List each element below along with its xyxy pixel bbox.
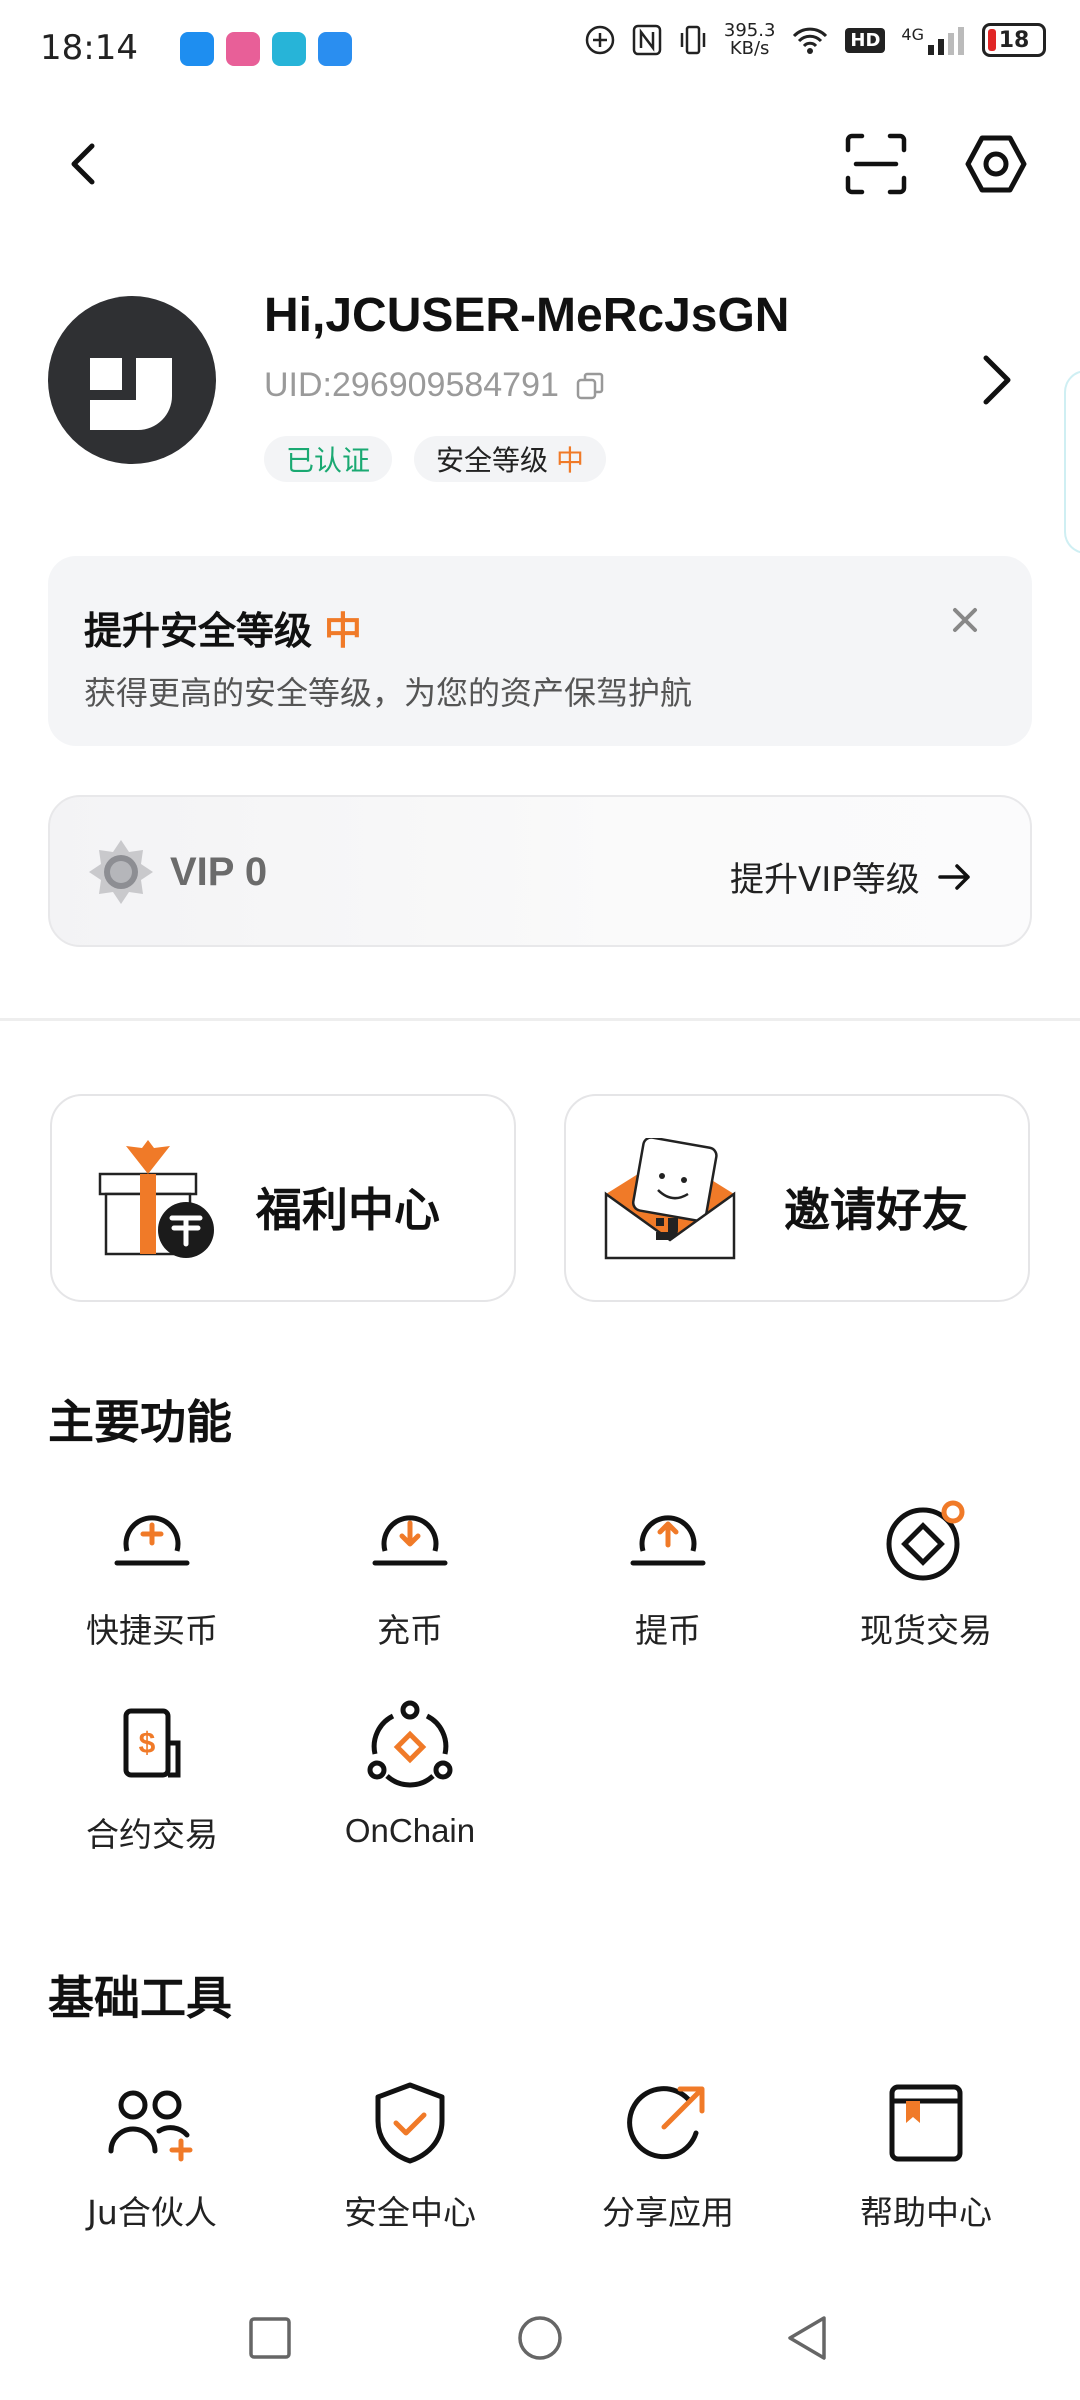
deposit-icon: [365, 1496, 455, 1586]
chevron-left-icon: [71, 143, 95, 185]
network-speed: 395.3 KB/s: [723, 20, 776, 59]
nfc-icon: [632, 24, 662, 56]
welfare-center-label: 福利中心: [256, 1183, 440, 1237]
back-button[interactable]: [44, 124, 124, 204]
uid-text: UID:296909584791: [264, 366, 559, 404]
invite-envelope-icon: [604, 1136, 736, 1266]
onchain-icon: [365, 1700, 455, 1790]
shield-app-icon: [272, 32, 306, 66]
home-button[interactable]: [516, 2314, 564, 2366]
deposit-button[interactable]: 充币: [310, 1496, 510, 1652]
brand-logo-icon: [90, 358, 172, 430]
recent-apps-button[interactable]: [248, 2316, 292, 2364]
basic-tools-heading: 基础工具: [48, 1971, 232, 2025]
section-divider: [0, 1018, 1080, 1021]
vibrate-icon: [680, 25, 706, 55]
security-app-icon: [318, 32, 352, 66]
vip-upgrade-link[interactable]: 提升VIP等级: [730, 852, 972, 901]
futures-trading-icon: $: [107, 1700, 197, 1790]
settings-button[interactable]: [956, 124, 1036, 204]
security-level-value: 中: [556, 444, 585, 477]
profile-detail-button[interactable]: [974, 350, 1020, 414]
uid-row: UID:296909584791: [264, 366, 605, 405]
signal-icon: [928, 27, 964, 55]
gear-icon: [965, 135, 1027, 193]
gift-icon: [96, 1138, 220, 1266]
main-functions-heading: 主要功能: [48, 1395, 232, 1449]
partner-icon: [107, 2078, 197, 2168]
battery-icon: 18: [982, 23, 1046, 57]
spot-trading-button[interactable]: 现货交易: [826, 1496, 1026, 1652]
quick-buy-icon: [107, 1496, 197, 1586]
scan-icon: [845, 133, 907, 195]
quick-buy-button[interactable]: 快捷买币: [52, 1496, 252, 1652]
withdraw-button[interactable]: 提币: [568, 1496, 768, 1652]
security-level-badge[interactable]: 安全等级中: [414, 436, 607, 482]
chevron-right-icon: [983, 355, 1011, 405]
book-icon: [881, 2078, 971, 2168]
video-app-icon: [226, 32, 260, 66]
wifi-icon: [793, 27, 828, 54]
share-icon: [623, 2078, 713, 2168]
square-icon: [249, 2317, 291, 2359]
scan-button[interactable]: [836, 124, 916, 204]
avatar[interactable]: [48, 296, 216, 464]
system-indicators: 395.3 KB/s HD 4G 18: [584, 22, 1046, 58]
shield-check-icon: [365, 2078, 455, 2168]
vip-level: VIP 0: [170, 850, 268, 894]
username: Hi,JCUSER-MeRcJsGN: [264, 289, 790, 342]
close-security-card-button[interactable]: [940, 592, 990, 648]
add-circle-icon: [585, 25, 615, 55]
hd-badge: HD: [845, 27, 886, 53]
clock: 18:14: [40, 28, 138, 68]
invite-friends-label: 邀请好友: [784, 1183, 968, 1237]
spot-trading-icon: [881, 1496, 971, 1586]
withdraw-icon: [623, 1496, 713, 1586]
arrow-right-icon: [938, 863, 970, 890]
vip-medal-icon: [88, 838, 154, 912]
onchain-button[interactable]: OnChain: [310, 1700, 510, 1850]
back-nav-button[interactable]: [784, 2314, 832, 2366]
side-drawer-tab[interactable]: [1064, 370, 1080, 554]
security-center-button[interactable]: 安全中心: [310, 2078, 510, 2234]
security-card-description: 获得更高的安全等级，为您的资产保驾护航: [84, 674, 693, 712]
triangle-back-icon: [788, 2316, 826, 2360]
partner-button[interactable]: Ju合伙人: [52, 2078, 252, 2234]
security-card-title: 提升安全等级中: [84, 609, 363, 653]
notification-icons: [180, 32, 352, 66]
system-navigation-bar: [0, 2290, 1080, 2400]
copy-icon[interactable]: [575, 371, 605, 401]
circle-icon: [518, 2316, 562, 2360]
hotspot-app-icon: [180, 32, 214, 66]
verified-badge[interactable]: 已认证: [264, 436, 393, 482]
futures-trading-button[interactable]: $ 合约交易: [52, 1700, 252, 1856]
close-icon: [953, 608, 977, 632]
help-center-button[interactable]: 帮助中心: [826, 2078, 1026, 2234]
share-app-button[interactable]: 分享应用: [568, 2078, 768, 2234]
svg-text:$: $: [139, 1727, 156, 1760]
signal-indicator: 4G: [901, 25, 966, 55]
status-bar: 18:14 395.3 KB/s HD 4G 18: [0, 0, 1080, 100]
